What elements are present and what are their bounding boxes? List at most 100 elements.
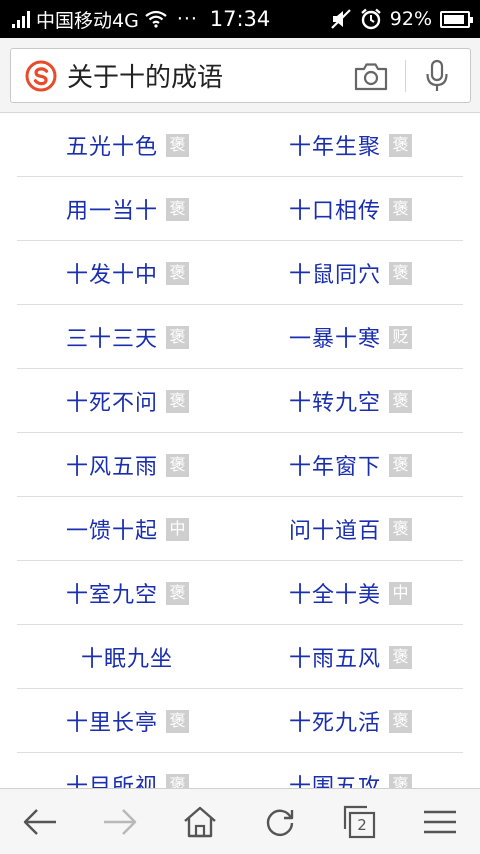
idiom-entry[interactable]: 五光十色 褒: [66, 113, 190, 177]
sentiment-tag: 贬: [389, 325, 413, 349]
sentiment-tag: 中: [166, 517, 190, 541]
idiom-entry[interactable]: 十死不问 褒: [66, 369, 190, 433]
idiom-entry[interactable]: 十年生聚 褒: [289, 113, 413, 177]
idiom-text[interactable]: 十口相传: [289, 193, 381, 225]
list-item: 十里长亭 褒 十死九活 褒: [17, 689, 463, 753]
sentiment-tag: 褒: [166, 581, 190, 605]
idiom-text[interactable]: 问十道百: [289, 513, 381, 545]
sentiment-tag: 褒: [389, 645, 413, 669]
sentiment-tag: 中: [389, 581, 413, 605]
more-indicator: ···: [176, 8, 198, 30]
search-query[interactable]: 关于十的成语: [67, 57, 353, 94]
wifi-icon: [145, 10, 167, 28]
idiom-text[interactable]: 十里长亭: [66, 705, 158, 737]
idiom-entry[interactable]: 十全十美 中: [289, 561, 413, 625]
idiom-entry[interactable]: 十死九活 褒: [289, 689, 413, 753]
sentiment-tag: 褒: [389, 773, 413, 788]
idiom-text[interactable]: 十鼠同穴: [289, 257, 381, 289]
idiom-text[interactable]: 十围五攻: [289, 769, 381, 788]
mute-icon: [330, 9, 351, 29]
idiom-text[interactable]: 五光十色: [66, 129, 158, 161]
sentiment-tag: 褒: [166, 197, 190, 221]
microphone-icon[interactable]: [424, 59, 450, 93]
sentiment-tag: 褒: [166, 325, 190, 349]
idiom-text[interactable]: 十转九空: [289, 385, 381, 417]
idiom-text[interactable]: 十目所视: [66, 769, 158, 788]
idiom-entry[interactable]: 十眠九坐: [81, 625, 173, 689]
tabs-button[interactable]: 2: [330, 792, 390, 852]
battery-percent: 92%: [389, 8, 432, 30]
battery-icon: [440, 10, 473, 28]
idiom-text[interactable]: 十全十美: [289, 577, 381, 609]
forward-button[interactable]: [90, 792, 150, 852]
idiom-entry[interactable]: 用一当十 褒: [66, 177, 190, 241]
sentiment-tag: 褒: [389, 517, 413, 541]
idiom-text[interactable]: 十死九活: [289, 705, 381, 737]
sentiment-tag: 褒: [166, 773, 190, 788]
idiom-text[interactable]: 十年生聚: [289, 129, 381, 161]
bottom-toolbar: 2: [0, 788, 480, 854]
refresh-button[interactable]: [250, 792, 310, 852]
sentiment-tag: 褒: [389, 453, 413, 477]
sentiment-tag: 褒: [389, 389, 413, 413]
tab-count: 2: [357, 816, 367, 834]
idiom-entry[interactable]: 十雨五风 褒: [289, 625, 413, 689]
idiom-entry[interactable]: 十年窗下 褒: [289, 433, 413, 497]
camera-icon[interactable]: [353, 59, 389, 93]
idiom-text[interactable]: 一馈十起: [66, 513, 158, 545]
signal-icon: [12, 10, 30, 28]
sentiment-tag: 褒: [166, 709, 190, 733]
idiom-text[interactable]: 十风五雨: [66, 449, 158, 481]
alarm-icon: [360, 8, 381, 30]
battery-level: [444, 14, 465, 24]
back-arrow-icon: [23, 808, 56, 835]
idiom-entry[interactable]: 十转九空 褒: [289, 369, 413, 433]
idiom-text[interactable]: 一暴十寒: [289, 321, 381, 353]
idiom-entry[interactable]: 十发十中 褒: [66, 241, 190, 305]
sentiment-tag: 褒: [389, 709, 413, 733]
idiom-entry[interactable]: 问十道百 褒: [289, 497, 413, 561]
sentiment-tag: 褒: [389, 261, 413, 285]
sentiment-tag: 褒: [166, 453, 190, 477]
list-item: 三十三天 褒 一暴十寒 贬: [17, 305, 463, 369]
list-item: 一馈十起 中 问十道百 褒: [17, 497, 463, 561]
search-box[interactable]: 关于十的成语: [10, 48, 471, 103]
list-item: 十室九空 褒 十全十美 中: [17, 561, 463, 625]
sentiment-tag: 褒: [166, 133, 190, 157]
sogou-logo[interactable]: [25, 60, 57, 92]
idiom-text[interactable]: 三十三天: [66, 321, 158, 353]
list-item: 十发十中 褒 十鼠同穴 褒: [17, 241, 463, 305]
home-button[interactable]: [170, 792, 230, 852]
sentiment-tag: 褒: [166, 261, 190, 285]
idiom-entry[interactable]: 十风五雨 褒: [66, 433, 190, 497]
back-button[interactable]: [10, 792, 70, 852]
list-item: 五光十色 褒 十年生聚 褒: [17, 113, 463, 177]
idiom-text[interactable]: 十年窗下: [289, 449, 381, 481]
idiom-text[interactable]: 用一当十: [66, 193, 158, 225]
sentiment-tag: 褒: [166, 389, 190, 413]
idiom-entry[interactable]: 三十三天 褒: [66, 305, 190, 369]
idiom-entry[interactable]: 十口相传 褒: [289, 177, 413, 241]
forward-arrow-icon: [104, 808, 137, 835]
list-item: 用一当十 褒 十口相传 褒: [17, 177, 463, 241]
list-item: 十眠九坐 十雨五风 褒: [17, 625, 463, 689]
idiom-text[interactable]: 十雨五风: [289, 641, 381, 673]
menu-button[interactable]: [410, 792, 470, 852]
search-divider: [405, 59, 406, 92]
idiom-entry[interactable]: 十目所视 褒: [66, 753, 190, 788]
list-item: 十风五雨 褒 十年窗下 褒: [17, 433, 463, 497]
list-item: 十死不问 褒 十转九空 褒: [17, 369, 463, 433]
idiom-entry[interactable]: 十围五攻 褒: [289, 753, 413, 788]
idiom-entry[interactable]: 一馈十起 中: [66, 497, 190, 561]
sentiment-tag: 褒: [389, 133, 413, 157]
idiom-entry[interactable]: 十室九空 褒: [66, 561, 190, 625]
idiom-text[interactable]: 十发十中: [66, 257, 158, 289]
idiom-entry[interactable]: 一暴十寒 贬: [289, 305, 413, 369]
idiom-text[interactable]: 十死不问: [66, 385, 158, 417]
idiom-text[interactable]: 十室九空: [66, 577, 158, 609]
idiom-entry[interactable]: 十鼠同穴 褒: [289, 241, 413, 305]
idiom-list: 五光十色 褒 十年生聚 褒 用一当十 褒 十口相传 褒 十发十中 褒 十鼠同穴 …: [0, 113, 480, 788]
idiom-text[interactable]: 十眠九坐: [81, 641, 173, 673]
idiom-entry[interactable]: 十里长亭 褒: [66, 689, 190, 753]
home-icon: [184, 806, 216, 837]
